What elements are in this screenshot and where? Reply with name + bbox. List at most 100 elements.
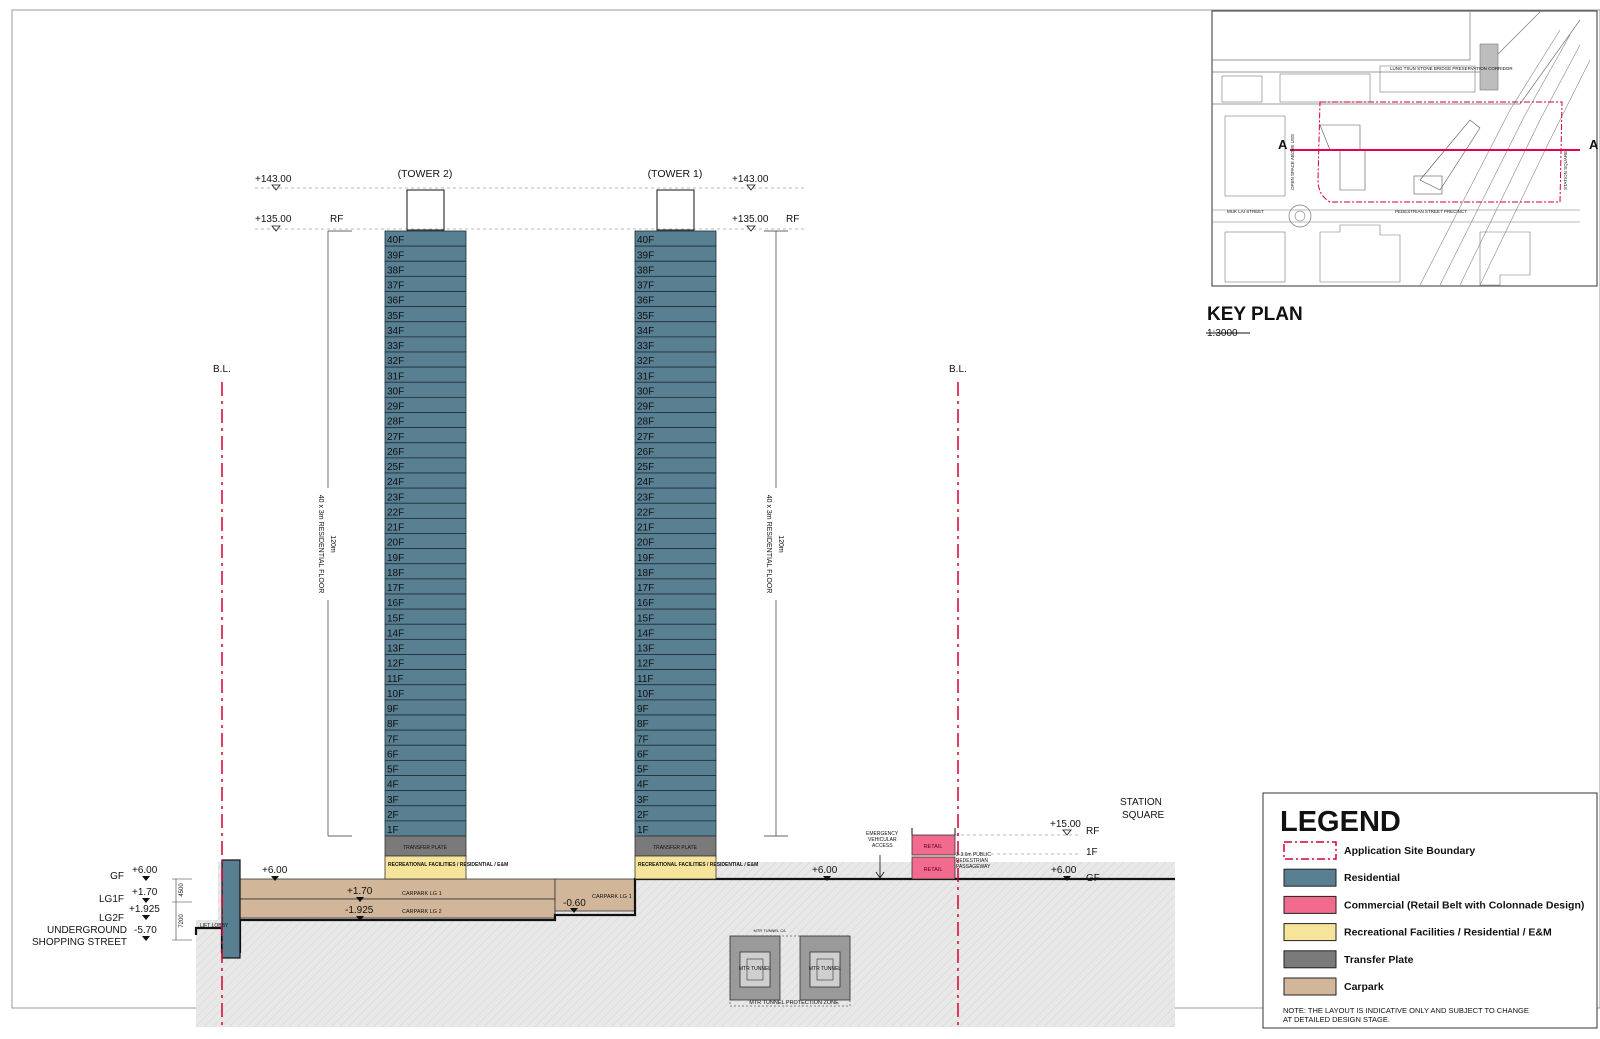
floor-label: 19F bbox=[637, 553, 654, 564]
svg-text:RF: RF bbox=[1086, 826, 1099, 837]
svg-text:-1.925: -1.925 bbox=[345, 905, 374, 916]
svg-text:RETAIL: RETAIL bbox=[924, 867, 943, 873]
tower-1-top-level: +143.00 bbox=[732, 174, 769, 185]
floor-label: 19F bbox=[387, 553, 404, 564]
tower-2-roof-level: +135.00 bbox=[255, 214, 292, 225]
svg-text:120m: 120m bbox=[777, 535, 784, 553]
floor-label: 32F bbox=[387, 356, 404, 367]
floor-label: 15F bbox=[387, 613, 404, 624]
svg-text:+15.00: +15.00 bbox=[1050, 819, 1081, 830]
section-drawing: B.L. B.L. 40F 39F 38F 37F 36F 35F 34F 33F 32F 31F… bbox=[11, 9, 1600, 1029]
svg-text:CARPARK LG 1: CARPARK LG 1 bbox=[402, 891, 442, 897]
floor-label: 30F bbox=[387, 386, 404, 397]
bl-label-right: B.L. bbox=[949, 364, 967, 375]
floor-label: 13F bbox=[637, 644, 654, 655]
svg-text:PASSAGEWAY: PASSAGEWAY bbox=[956, 864, 991, 870]
floor-label: 12F bbox=[387, 659, 404, 670]
legend-label: Residential bbox=[1344, 872, 1400, 884]
transfer-plate-label: TRANSFER PLATE bbox=[403, 845, 447, 851]
svg-text:A: A bbox=[1278, 137, 1288, 152]
svg-text:120m: 120m bbox=[329, 535, 336, 553]
floor-label: 23F bbox=[637, 492, 654, 503]
tower-1-roof-level: +135.00 bbox=[732, 214, 769, 225]
tower-1: 40F 39F 38F 37F 36F 35F 34F 33F 32F 31F 30F 29F 28F 2… bbox=[634, 189, 758, 880]
legend-swatch bbox=[1283, 950, 1337, 969]
floor-label: 10F bbox=[637, 689, 654, 700]
floor-label: 20F bbox=[637, 538, 654, 549]
floor-label: 3F bbox=[387, 795, 399, 806]
floor-label: 18F bbox=[387, 568, 404, 579]
floor-label: 35F bbox=[387, 311, 404, 322]
svg-text:RETAIL: RETAIL bbox=[924, 844, 943, 850]
tower-2-name: (TOWER 2) bbox=[398, 168, 453, 180]
svg-text:GF: GF bbox=[1086, 873, 1100, 884]
floor-label: 37F bbox=[387, 281, 404, 292]
tower-2-rf: RF bbox=[330, 214, 343, 225]
svg-text:MTR TUNNEL PROTECTION ZONE: MTR TUNNEL PROTECTION ZONE bbox=[749, 1000, 839, 1006]
svg-text:UNDERGROUND: UNDERGROUND bbox=[47, 925, 127, 936]
floor-label: 9F bbox=[637, 704, 649, 715]
tower-2-top-level: +143.00 bbox=[255, 174, 292, 185]
svg-text:GF: GF bbox=[110, 871, 124, 882]
legend-swatch bbox=[1283, 841, 1337, 860]
floor-label: 39F bbox=[637, 250, 654, 261]
floor-label: 12F bbox=[637, 659, 654, 670]
svg-text:MTR TUNNEL: MTR TUNNEL bbox=[739, 966, 771, 972]
dimension-tower-2: 40 x 3m RESIDENTIAL FLOOR 120m bbox=[317, 230, 352, 837]
floor-label: 30F bbox=[637, 386, 654, 397]
svg-text:STATION SQUARE: STATION SQUARE bbox=[1563, 151, 1568, 190]
svg-text:40 x 3m RESIDENTIAL FLOOR: 40 x 3m RESIDENTIAL FLOOR bbox=[317, 495, 324, 594]
floor-label: 23F bbox=[387, 492, 404, 503]
tower-1-name: (TOWER 1) bbox=[648, 168, 703, 180]
floor-label: 13F bbox=[387, 644, 404, 655]
legend-note-1: NOTE: THE LAYOUT IS INDICATIVE ONLY AND … bbox=[1283, 1006, 1529, 1015]
floor-label: 37F bbox=[637, 281, 654, 292]
legend: LEGEND Application Site Boundary Resident… bbox=[1262, 792, 1598, 1029]
svg-text:MUK LAI STREET: MUK LAI STREET bbox=[1227, 209, 1264, 214]
carpark-lg1 bbox=[239, 878, 556, 900]
legend-swatch bbox=[1283, 977, 1337, 996]
floor-label: 11F bbox=[387, 674, 404, 685]
floor-label: 14F bbox=[387, 628, 404, 639]
floor-label: 39F bbox=[387, 250, 404, 261]
svg-text:A: A bbox=[1589, 137, 1599, 152]
floor-label: 29F bbox=[637, 402, 654, 413]
floor-label: 36F bbox=[637, 296, 654, 307]
floor-label: 31F bbox=[637, 371, 654, 382]
legend-label: Recreational Facilities / Residential / … bbox=[1344, 927, 1552, 939]
floor-label: 9F bbox=[387, 704, 399, 715]
svg-text:+6.00: +6.00 bbox=[262, 865, 288, 876]
floor-label: 38F bbox=[637, 265, 654, 276]
legend-note-2: AT DETAILED DESIGN STAGE. bbox=[1283, 1015, 1390, 1024]
floor-label: 32F bbox=[637, 356, 654, 367]
floor-label: 28F bbox=[387, 417, 404, 428]
floor-label: 17F bbox=[637, 583, 654, 594]
floor-label: 15F bbox=[637, 613, 654, 624]
floor-label: 25F bbox=[637, 462, 654, 473]
svg-text:PEDESTRIAN STREET PRECINCT: PEDESTRIAN STREET PRECINCT bbox=[1395, 209, 1467, 214]
legend-swatch bbox=[1283, 868, 1337, 887]
floor-label: 7F bbox=[387, 734, 399, 745]
svg-text:+1.70: +1.70 bbox=[132, 887, 158, 898]
floor-label: 40F bbox=[637, 235, 654, 246]
svg-text:CARPARK LG 2: CARPARK LG 2 bbox=[402, 909, 442, 915]
floor-label: 38F bbox=[387, 265, 404, 276]
floor-label: 22F bbox=[387, 507, 404, 518]
lift-core bbox=[221, 859, 241, 959]
floor-label: 31F bbox=[387, 371, 404, 382]
svg-text:LIFT LOBBY: LIFT LOBBY bbox=[200, 923, 229, 929]
transfer-plate-label: TRANSFER PLATE bbox=[653, 845, 697, 851]
floor-label: 10F bbox=[387, 689, 404, 700]
floor-label: 27F bbox=[387, 432, 404, 443]
floor-label: 1F bbox=[387, 825, 399, 836]
svg-text:+6.00: +6.00 bbox=[1051, 865, 1077, 876]
floor-label: 20F bbox=[387, 538, 404, 549]
floor-label: 18F bbox=[637, 568, 654, 579]
floor-label: 16F bbox=[637, 598, 654, 609]
floor-label: 36F bbox=[387, 296, 404, 307]
svg-text:SQUARE: SQUARE bbox=[1122, 810, 1165, 821]
svg-text:40 x 3m RESIDENTIAL FLOOR: 40 x 3m RESIDENTIAL FLOOR bbox=[765, 495, 772, 594]
floor-label: 4F bbox=[387, 780, 399, 791]
legend-swatch bbox=[1283, 895, 1337, 914]
svg-text:MTR TUNNEL C/L: MTR TUNNEL C/L bbox=[754, 928, 788, 933]
